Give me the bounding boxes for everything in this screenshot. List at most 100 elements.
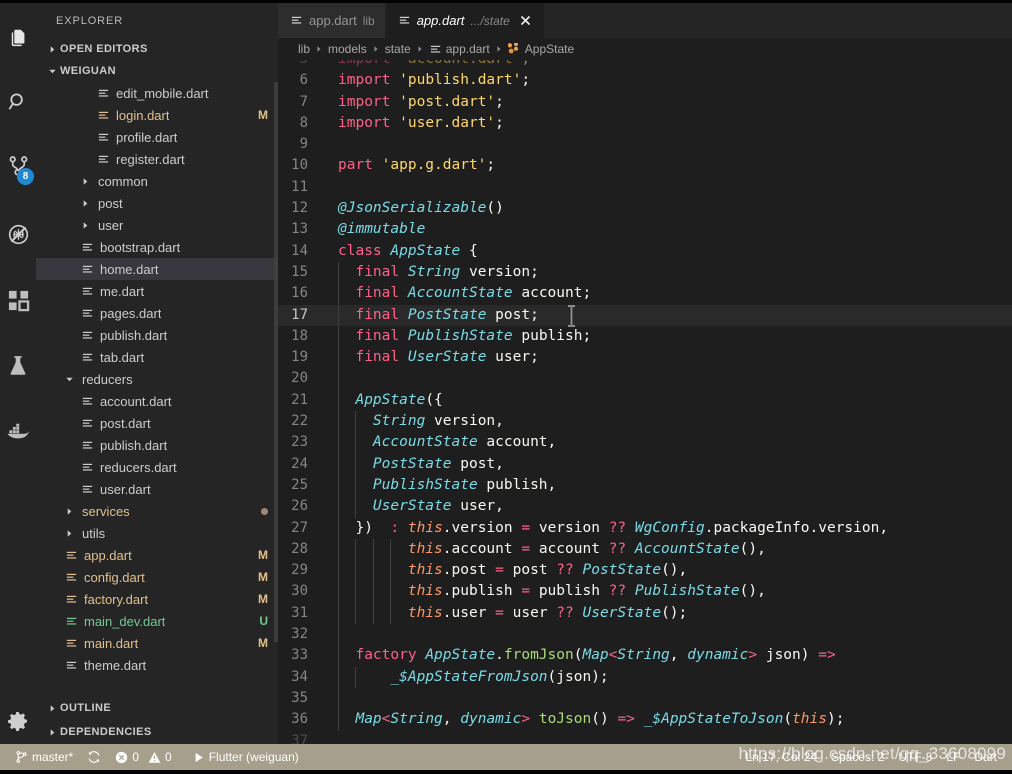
section-dependencies[interactable]: DEPENDENCIES (36, 720, 278, 744)
tree-file-row[interactable]: tab.dart (36, 346, 278, 368)
tree-file-row[interactable]: reducers.dart (36, 456, 278, 478)
tree-file-row[interactable]: config.dart M (36, 566, 278, 588)
tree-folder-row[interactable]: utils (36, 522, 278, 544)
activity-source-control-icon[interactable]: 8 (0, 141, 36, 191)
tree-folder-row[interactable]: common (36, 170, 278, 192)
tree-file-row[interactable]: main_dev.dart U (36, 610, 278, 632)
code-line[interactable]: 13 @immutable (278, 219, 1012, 240)
chevron-right-icon[interactable] (78, 177, 92, 186)
code-line[interactable]: 30 this.publish = publish ?? PublishStat… (278, 581, 1012, 603)
code-line[interactable]: 37 (278, 731, 1012, 745)
breadcrumb-item[interactable]: state (385, 42, 411, 56)
tree-file-row[interactable]: factory.dart M (36, 588, 278, 610)
status-sync[interactable] (80, 744, 108, 770)
chevron-right-icon[interactable] (78, 199, 92, 208)
breadcrumb-item[interactable]: lib (298, 42, 310, 56)
code-line[interactable]: 27 }) : this.version = version ?? WgConf… (278, 517, 1012, 539)
code-line[interactable]: 33 factory AppState.fromJson(Map<String,… (278, 645, 1012, 667)
code-line[interactable]: 36 Map<String, dynamic> toJson() => _$Ap… (278, 709, 1012, 731)
editor-tab[interactable]: app.dart .../state (385, 3, 545, 38)
code-line[interactable]: 19 final UserState user; (278, 347, 1012, 369)
tree-file-row[interactable]: user.dart (36, 478, 278, 500)
code-line[interactable]: 24 PostState post, (278, 453, 1012, 475)
code-line[interactable]: 25 PublishState publish, (278, 474, 1012, 497)
code-line[interactable]: 31 this.user = user ?? UserState(); (278, 602, 1012, 625)
tree-folder-row[interactable]: services (36, 500, 278, 522)
chevron-down-icon[interactable] (62, 375, 76, 384)
activity-explorer-icon[interactable] (0, 13, 36, 63)
code-line[interactable]: 16 final AccountState account; (278, 283, 1012, 305)
code-line[interactable]: 11 (278, 177, 1012, 198)
chevron-right-icon[interactable] (62, 507, 76, 516)
status-eol[interactable]: LF (939, 744, 967, 770)
code-line[interactable]: 12 @JsonSerializable() (278, 198, 1012, 219)
code-line[interactable]: 17 final PostState post; (278, 304, 1012, 327)
status-problems[interactable]: 0 0 (108, 744, 178, 770)
chevron-right-icon[interactable] (78, 221, 92, 230)
status-indentation[interactable]: Spaces: 2 (824, 744, 891, 770)
tree-folder-row[interactable]: post (36, 192, 278, 214)
code-line[interactable]: 18 final PublishState publish; (278, 325, 1012, 348)
file-tree[interactable]: edit_mobile.dart login.dart Mprofile.dart r… (36, 82, 278, 696)
tree-file-row[interactable]: theme.dart (36, 654, 278, 676)
code-line[interactable]: 35 (278, 687, 1012, 710)
code-line[interactable]: 28 this.account = account ?? AccountStat… (278, 538, 1012, 561)
section-project[interactable]: WEIGUAN (36, 60, 278, 82)
tab-close-icon[interactable] (518, 13, 534, 29)
breadcrumb-item[interactable]: app.dart (429, 42, 490, 56)
code-editor[interactable]: 5import 'account.dart';6import 'publish.… (278, 60, 1012, 744)
activity-run-debug-icon[interactable] (0, 209, 36, 259)
activity-search-icon[interactable] (0, 77, 36, 127)
code-line[interactable]: 6 import 'publish.dart'; (278, 70, 1012, 91)
code-line[interactable]: 21 AppState({ (278, 389, 1012, 412)
status-launch-config[interactable]: Flutter (weiguan) (179, 744, 306, 770)
editor-tab[interactable]: app.dart lib (278, 3, 386, 38)
status-branch[interactable]: master* (8, 744, 80, 770)
section-outline[interactable]: OUTLINE (36, 696, 278, 720)
tree-file-row[interactable]: publish.dart (36, 434, 278, 456)
tree-file-row[interactable]: me.dart (36, 280, 278, 302)
tree-folder-row[interactable]: user (36, 214, 278, 236)
code-line[interactable]: 32 (278, 624, 1012, 646)
code-line[interactable]: 23 AccountState account, (278, 432, 1012, 454)
code-line[interactable]: 14 class AppState { (278, 241, 1012, 262)
activity-testing-icon[interactable] (0, 341, 36, 391)
code-line[interactable]: 5import 'account.dart'; (278, 60, 1012, 70)
code-line[interactable]: 7 import 'post.dart'; (278, 92, 1012, 113)
tree-folder-row[interactable]: reducers (36, 368, 278, 390)
tree-file-row[interactable]: edit_mobile.dart (36, 82, 278, 104)
activity-docker-icon[interactable] (0, 407, 36, 457)
tree-file-row[interactable]: app.dart M (36, 544, 278, 566)
activity-extensions-icon[interactable] (0, 275, 36, 325)
code-line[interactable]: 8 import 'user.dart'; (278, 113, 1012, 134)
tree-file-row[interactable]: home.dart (36, 258, 278, 280)
status-cursor-position[interactable]: Ln 17, Col 24 (739, 744, 824, 770)
code-line[interactable]: 20 (278, 368, 1012, 390)
tree-file-row[interactable]: publish.dart (36, 324, 278, 346)
tree-file-row[interactable]: login.dart M (36, 104, 278, 126)
code-line[interactable]: 22 String version, (278, 411, 1012, 433)
tree-file-row[interactable]: register.dart (36, 148, 278, 170)
breadcrumb-item[interactable]: AppState (507, 42, 574, 56)
tree-file-row[interactable]: bootstrap.dart (36, 236, 278, 258)
section-open-editors[interactable]: OPEN EDITORS (36, 38, 278, 60)
code-token: this (792, 711, 827, 728)
breadcrumb-item[interactable]: models (328, 42, 367, 56)
code-line[interactable]: 10 part 'app.g.dart'; (278, 155, 1012, 176)
code-line[interactable]: 29 this.post = post ?? PostState(), (278, 560, 1012, 582)
status-encoding[interactable]: UTF-8 (891, 744, 939, 770)
status-language-mode[interactable]: Dart (967, 744, 1004, 770)
chevron-right-icon[interactable] (62, 529, 76, 538)
code-line[interactable]: 34 _$AppStateFromJson(json); (278, 666, 1012, 688)
code-line[interactable]: 9 (278, 134, 1012, 155)
tree-file-row[interactable]: post.dart (36, 412, 278, 434)
tree-file-row[interactable]: pages.dart (36, 302, 278, 324)
breadcrumb[interactable]: lib models state app.dart AppState (278, 38, 1012, 60)
tree-file-row[interactable]: profile.dart (36, 126, 278, 148)
tree-file-row[interactable]: account.dart (36, 390, 278, 412)
activity-manage-gear-icon[interactable] (0, 698, 36, 744)
code-line[interactable]: 26 UserState user, (278, 496, 1012, 518)
code-line[interactable]: 15 final String version; (278, 261, 1012, 284)
tree-file-row[interactable]: main.dart M (36, 632, 278, 654)
